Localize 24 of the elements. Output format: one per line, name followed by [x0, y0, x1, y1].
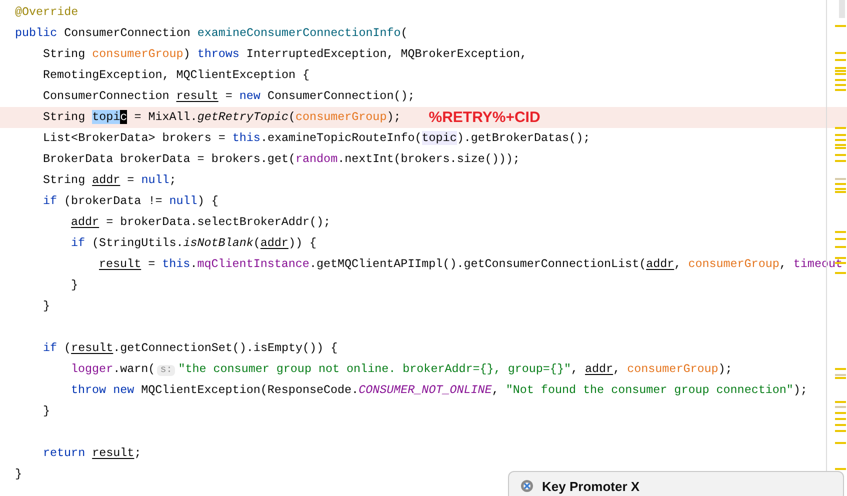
annotation-note: %RETRY%+CID	[428, 108, 540, 128]
parameter-hint: s:	[157, 365, 176, 376]
code-line: }	[15, 466, 22, 483]
code-line: String consumerGroup) throws InterruptedException, MQBrokerException,	[43, 46, 527, 63]
code-line: throw new MQClientException(ResponseCode.CONSUMER_NOT_ONLINE, "Not found the consumer group connection");	[71, 382, 808, 399]
code-line: String topic = MixAll.getRetryTopic(consumerGroup);	[43, 109, 401, 126]
code-line: BrokerData brokerData = brokers.get(random.nextInt(brokers.size()));	[43, 151, 520, 168]
code-line: addr = brokerData.selectBrokerAddr();	[71, 214, 331, 231]
code-line: if (result.getConnectionSet().isEmpty()) {	[43, 340, 338, 357]
code-line: }	[43, 298, 50, 315]
code-line: String addr = null;	[43, 172, 176, 189]
code-line: if (brokerData != null) {	[43, 193, 218, 210]
code-line: @Override	[15, 4, 78, 21]
code-line: }	[71, 277, 78, 294]
popup-title: Key Promoter X	[542, 478, 640, 494]
code-line: return result;	[43, 445, 142, 462]
code-line: RemotingException, MQClientException {	[43, 67, 310, 84]
cross-icon	[520, 479, 534, 493]
code-line: ConsumerConnection result = new ConsumerConnection();	[43, 88, 415, 105]
code-line: List<BrokerData> brokers = this.examineTopicRouteInfo(topic).getBrokerDatas();	[43, 130, 590, 147]
code-line: }	[43, 403, 50, 420]
code-line: logger.warn( s: "the consumer group not online. brokerAddr={}, group={}", addr, consumerGroup);	[71, 361, 732, 378]
code-line: public ConsumerConnection examineConsumerConnectionInfo(	[15, 25, 408, 42]
code-line: if (StringUtils.isNotBlank(addr)) {	[71, 235, 317, 252]
